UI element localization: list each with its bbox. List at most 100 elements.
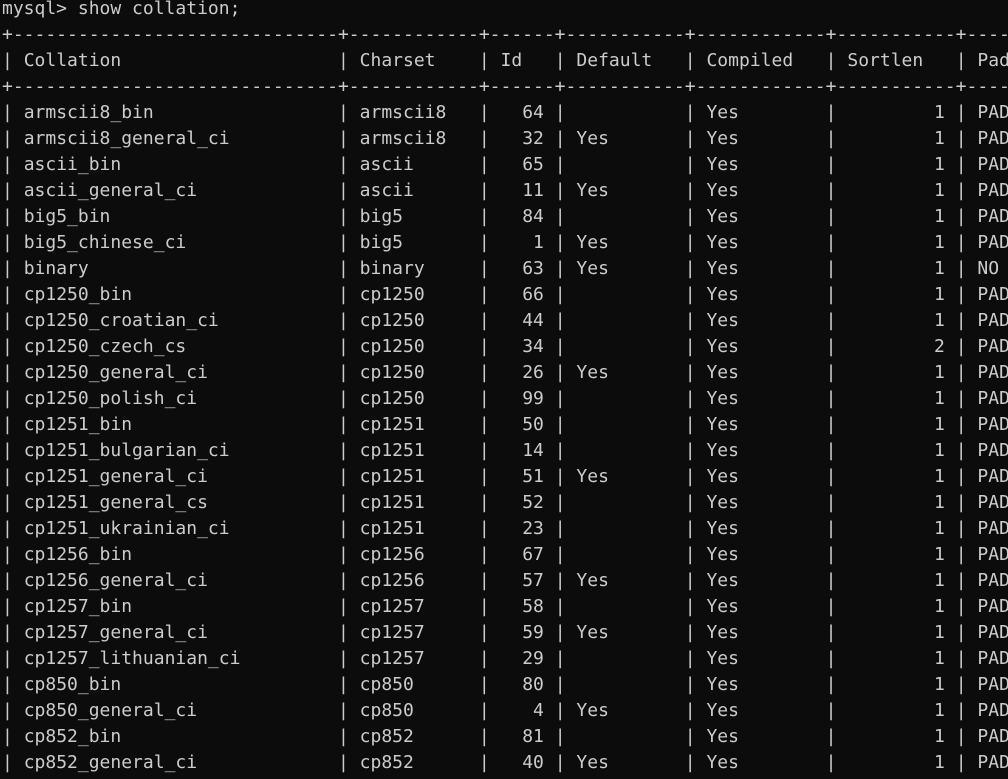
table-cell: 1 (847, 128, 945, 149)
table-cell: cp1250 (359, 336, 469, 357)
table-cell: 1 (847, 570, 945, 591)
table-cell: 50 (500, 414, 544, 435)
table-cell: 1 (847, 414, 945, 435)
table-cell: 51 (500, 466, 544, 487)
table-row: | cp852_bin | cp852 | 81 | | Yes | 1 | P… (2, 724, 1008, 750)
table-cell: 29 (500, 648, 544, 669)
table-cell: Yes (706, 518, 815, 539)
table-cell: 1 (847, 648, 945, 669)
table-cell: cp1251_general_ci (23, 466, 328, 487)
table-cell: cp1251_bin (23, 414, 328, 435)
table-cell: 40 (500, 752, 544, 773)
column-header: Id (500, 50, 544, 71)
table-cell: NO PAD (977, 258, 1000, 279)
table-cell (576, 518, 674, 539)
table-cell: 1 (500, 232, 544, 253)
table-cell: cp1257 (359, 622, 469, 643)
table-cell: PAD SPACE (977, 752, 1008, 773)
table-cell (576, 206, 674, 227)
terminal-window[interactable]: mysql> show collation; +----------------… (0, 0, 1008, 779)
table-cell: PAD SPACE (977, 726, 1008, 747)
table-cell: cp1251_ukrainian_ci (23, 518, 328, 539)
table-cell: 81 (500, 726, 544, 747)
table-cell: Yes (706, 622, 815, 643)
table-row: | binary | binary | 63 | Yes | Yes | 1 |… (2, 256, 1008, 282)
table-cell: 34 (500, 336, 544, 357)
table-row: | cp1251_bin | cp1251 | 50 | | Yes | 1 |… (2, 412, 1008, 438)
table-cell: Yes (706, 414, 815, 435)
table-cell: Yes (706, 102, 815, 123)
table-row: | cp1251_ukrainian_ci | cp1251 | 23 | | … (2, 516, 1008, 542)
table-cell: big5_chinese_ci (23, 232, 328, 253)
table-cell: 1 (847, 752, 945, 773)
table-cell: cp1256_bin (23, 544, 328, 565)
command-prompt: mysql> show collation; (2, 0, 241, 19)
table-row: | cp1250_czech_cs | cp1250 | 34 | | Yes … (2, 334, 1008, 360)
table-cell: Yes (706, 284, 815, 305)
table-header-row: | Collation | Charset | Id | Default | C… (2, 48, 1008, 74)
table-cell: 1 (847, 726, 945, 747)
table-cell: cp1251 (359, 518, 469, 539)
table-cell (576, 102, 674, 123)
table-row: | cp1251_bulgarian_ci | cp1251 | 14 | | … (2, 438, 1008, 464)
table-cell: 65 (500, 154, 544, 175)
table-cell: Yes (706, 180, 815, 201)
table-cell: Yes (706, 648, 815, 669)
table-cell: 1 (847, 284, 945, 305)
table-cell: cp1250 (359, 388, 469, 409)
table-cell: cp1257 (359, 648, 469, 669)
table-cell (576, 414, 674, 435)
table-cell: PAD SPACE (977, 284, 1008, 305)
table-cell: Yes (706, 388, 815, 409)
table-cell: 1 (847, 206, 945, 227)
table-cell: Yes (576, 180, 674, 201)
table-row: | cp1250_croatian_ci | cp1250 | 44 | | Y… (2, 308, 1008, 334)
table-cell: Yes (576, 466, 674, 487)
table-cell: 1 (847, 440, 945, 461)
table-cell: PAD SPACE (977, 232, 1008, 253)
table-border-top: +------------------------------+--------… (2, 24, 1008, 45)
table-cell: cp852 (359, 752, 469, 773)
table-cell: PAD SPACE (977, 544, 1008, 565)
column-header: Collation (23, 50, 328, 71)
table-cell (576, 544, 674, 565)
table-cell: 58 (500, 596, 544, 617)
table-cell: cp850_general_ci (23, 700, 328, 721)
table-cell: 1 (847, 544, 945, 565)
table-row: | cp1250_polish_ci | cp1250 | 99 | | Yes… (2, 386, 1008, 412)
table-cell: PAD SPACE (977, 674, 1008, 695)
table-cell: armscii8 (359, 102, 469, 123)
table-cell: PAD SPACE (977, 154, 1008, 175)
table-cell: Yes (706, 544, 815, 565)
table-cell: PAD SPACE (977, 492, 1008, 513)
table-cell: Yes (706, 700, 815, 721)
table-cell: ascii (359, 154, 469, 175)
table-cell: PAD SPACE (977, 518, 1008, 539)
table-cell: Yes (706, 362, 815, 383)
table-row: | big5_chinese_ci | big5 | 1 | Yes | Yes… (2, 230, 1008, 256)
table-cell: cp850_bin (23, 674, 328, 695)
table-cell: 1 (847, 232, 945, 253)
table-cell: Yes (706, 440, 815, 461)
table-cell: PAD SPACE (977, 648, 1008, 669)
table-cell (576, 492, 674, 513)
table-cell: cp852_general_ci (23, 752, 328, 773)
table-cell: 84 (500, 206, 544, 227)
table-cell (576, 674, 674, 695)
table-cell: 1 (847, 310, 945, 331)
table-cell: 52 (500, 492, 544, 513)
table-cell: Yes (576, 570, 674, 591)
table-cell (576, 440, 674, 461)
table-row: | ascii_general_ci | ascii | 11 | Yes | … (2, 178, 1008, 204)
table-cell: 26 (500, 362, 544, 383)
table-cell (576, 596, 674, 617)
table-cell: Yes (576, 752, 674, 773)
table-cell: 23 (500, 518, 544, 539)
table-cell: cp1250 (359, 362, 469, 383)
table-cell: Yes (576, 700, 674, 721)
table-row: | ascii_bin | ascii | 65 | | Yes | 1 | P… (2, 152, 1008, 178)
table-cell: 1 (847, 388, 945, 409)
table-cell: Yes (706, 492, 815, 513)
table-cell: Yes (576, 362, 674, 383)
table-cell: 32 (500, 128, 544, 149)
